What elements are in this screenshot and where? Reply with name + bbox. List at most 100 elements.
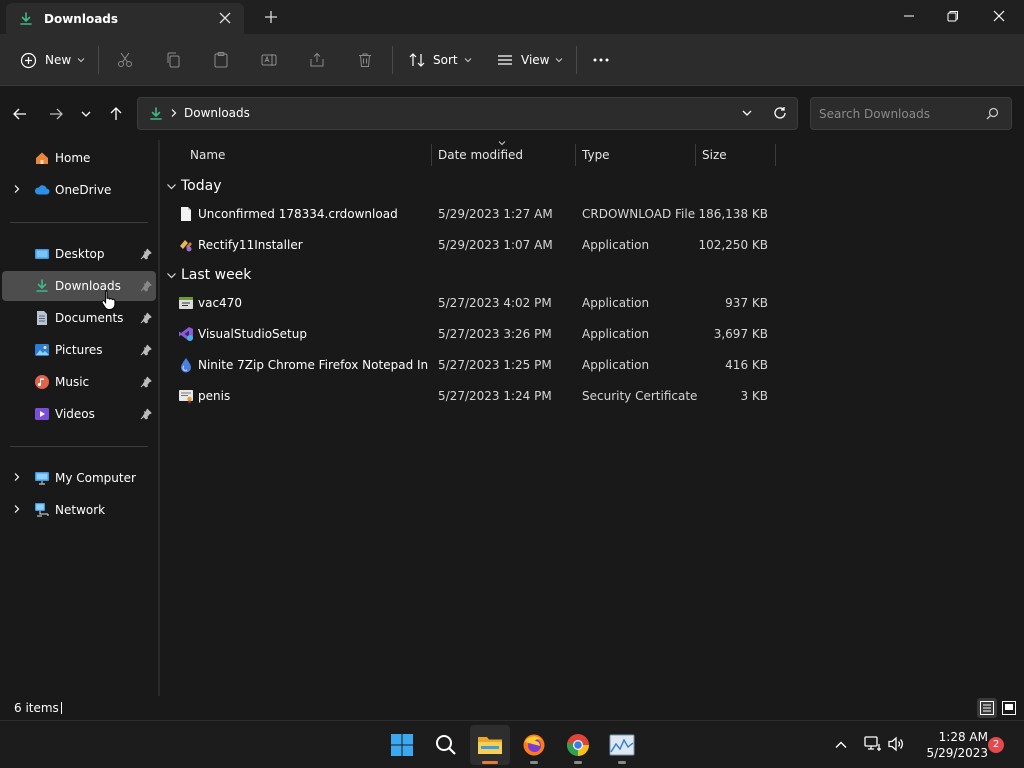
details-view-button[interactable] xyxy=(977,698,997,718)
pin-icon[interactable] xyxy=(140,408,152,420)
chevron-right-icon[interactable] xyxy=(12,504,22,514)
chevron-up-icon[interactable] xyxy=(834,738,848,752)
toolbar-divider xyxy=(98,46,99,74)
folder-icon xyxy=(478,737,502,754)
view-label: View xyxy=(521,53,550,67)
file-name: Unconfirmed 178334.crdownload xyxy=(198,207,398,221)
address-row: Downloads xyxy=(0,86,1024,140)
pictures-icon xyxy=(35,344,49,356)
up-button[interactable] xyxy=(106,104,126,124)
chevron-right-icon[interactable] xyxy=(12,472,22,482)
close-tab-icon[interactable] xyxy=(218,11,232,25)
sidebar-item-onedrive[interactable]: OneDrive xyxy=(2,175,156,205)
new-button[interactable]: New xyxy=(20,48,85,72)
sidebar-item-music[interactable]: Music xyxy=(2,367,156,397)
search-input[interactable] xyxy=(811,98,981,129)
system-clock[interactable]: 1:28 AM 5/29/2023 xyxy=(912,729,988,761)
restore-button[interactable] xyxy=(930,0,976,32)
share-button[interactable] xyxy=(308,48,326,72)
file-explorer-taskbar-button[interactable] xyxy=(470,725,510,765)
sidebar-item-videos[interactable]: Videos xyxy=(2,399,156,429)
file-row[interactable]: vac470 5/27/2023 4:02 PM Application 937… xyxy=(172,288,776,318)
group-header-today[interactable]: Today xyxy=(164,175,464,197)
chevron-down-icon[interactable] xyxy=(741,107,753,119)
close-window-button[interactable] xyxy=(976,0,1022,32)
arrow-right-icon xyxy=(50,108,63,120)
music-icon xyxy=(35,375,49,389)
paste-button[interactable] xyxy=(212,48,230,72)
column-header-name[interactable]: Name xyxy=(182,140,430,168)
sort-button[interactable]: Sort xyxy=(408,48,472,72)
copy-button[interactable] xyxy=(164,48,182,72)
view-button[interactable]: View xyxy=(496,48,563,72)
chrome-taskbar-button[interactable] xyxy=(558,725,598,765)
sidebar-item-network[interactable]: Network xyxy=(2,495,156,525)
volume-icon[interactable] xyxy=(887,735,905,753)
search-box[interactable] xyxy=(810,97,1012,130)
sidebar-item-label: My Computer xyxy=(55,471,136,485)
delete-button[interactable] xyxy=(356,48,374,72)
column-resize-handle[interactable] xyxy=(775,144,776,166)
new-tab-icon[interactable] xyxy=(262,8,280,26)
network-tray-icon[interactable] xyxy=(864,735,882,753)
share-icon xyxy=(310,52,324,67)
group-title: Last week xyxy=(181,267,252,283)
recent-locations-button[interactable] xyxy=(76,104,96,124)
file-row[interactable]: Unconfirmed 178334.crdownload 5/29/2023 … xyxy=(172,199,776,229)
pin-icon[interactable] xyxy=(140,344,152,356)
more-options-button[interactable] xyxy=(592,48,610,72)
file-type: Application xyxy=(582,296,650,310)
start-button[interactable] xyxy=(382,725,422,765)
file-row[interactable]: Rectify11Installer 5/29/2023 1:07 AM App… xyxy=(172,230,776,260)
file-date: 5/27/2023 1:25 PM xyxy=(438,358,552,372)
column-header-date[interactable]: Date modified xyxy=(432,140,575,168)
file-type: Application xyxy=(582,238,650,252)
sidebar-item-pictures[interactable]: Pictures xyxy=(2,335,156,365)
download-icon xyxy=(20,11,32,25)
chevron-right-icon[interactable] xyxy=(169,108,179,118)
firefox-taskbar-button[interactable] xyxy=(514,725,554,765)
sidebar-item-downloads[interactable]: Downloads xyxy=(2,271,156,301)
cut-button[interactable] xyxy=(116,48,134,72)
chevron-right-icon[interactable] xyxy=(12,184,22,194)
file-size: 102,250 KB xyxy=(698,238,768,252)
column-header-label: Date modified xyxy=(438,148,524,162)
pin-icon[interactable] xyxy=(140,280,152,292)
clock-time: 1:28 AM xyxy=(938,730,988,744)
file-row[interactable]: Ninite 7Zip Chrome Firefox Notepad Inst.… xyxy=(172,350,776,380)
address-bar[interactable]: Downloads xyxy=(137,97,798,130)
download-icon xyxy=(150,107,162,120)
pin-icon[interactable] xyxy=(140,376,152,388)
sidebar-item-documents[interactable]: Documents xyxy=(2,303,156,333)
rename-button[interactable] xyxy=(260,48,278,72)
file-row[interactable]: VisualStudioSetup 5/27/2023 3:26 PM Appl… xyxy=(172,319,776,349)
sidebar-item-my-computer[interactable]: My Computer xyxy=(2,463,156,493)
notification-badge[interactable]: 2 xyxy=(988,737,1004,753)
column-header-type[interactable]: Type xyxy=(576,140,695,168)
file-row[interactable]: penis 5/27/2023 1:24 PM Security Certifi… xyxy=(172,381,776,411)
search-taskbar-button[interactable] xyxy=(426,725,466,765)
sidebar-item-home[interactable]: Home xyxy=(2,143,156,173)
rename-icon xyxy=(261,54,277,66)
minimize-button[interactable] xyxy=(886,0,932,32)
search-icon[interactable] xyxy=(986,107,999,120)
visual-studio-icon xyxy=(179,327,193,341)
column-header-size[interactable]: Size xyxy=(696,140,775,168)
sidebar-item-desktop[interactable]: Desktop xyxy=(2,239,156,269)
chevron-down-icon xyxy=(167,273,176,279)
back-button[interactable] xyxy=(10,104,30,124)
forward-button[interactable] xyxy=(46,104,66,124)
arrow-left-icon xyxy=(13,108,26,120)
refresh-icon[interactable] xyxy=(773,106,787,120)
task-manager-taskbar-button[interactable] xyxy=(602,725,642,765)
ninite-icon xyxy=(181,358,191,373)
pin-icon[interactable] xyxy=(140,312,152,324)
group-header-last-week[interactable]: Last week xyxy=(164,264,464,286)
breadcrumb-downloads[interactable]: Downloads xyxy=(184,106,250,120)
group-title: Today xyxy=(181,178,222,194)
pin-icon[interactable] xyxy=(140,248,152,260)
more-icon xyxy=(593,58,609,62)
network-icon xyxy=(35,503,49,517)
tab-downloads[interactable]: Downloads xyxy=(6,3,244,34)
tiles-view-button[interactable] xyxy=(999,698,1019,718)
